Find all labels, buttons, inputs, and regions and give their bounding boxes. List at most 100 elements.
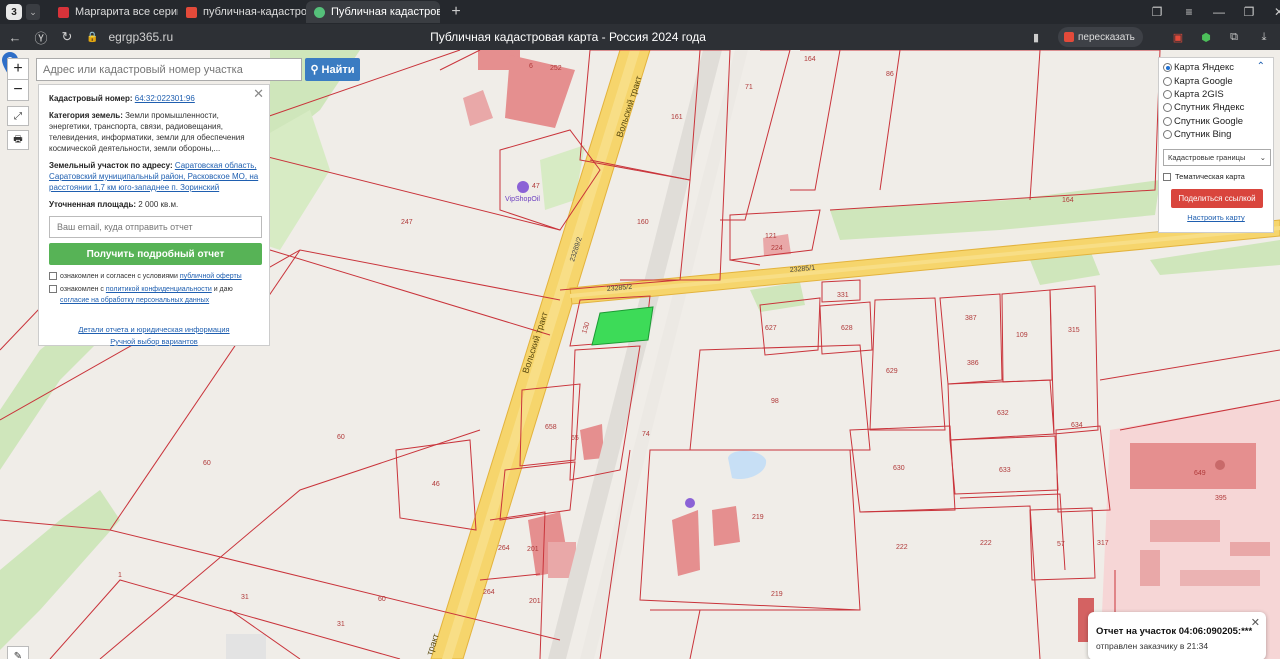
print-icon[interactable]: 🖶 xyxy=(7,130,29,150)
close-icon[interactable]: ✕ xyxy=(1251,616,1260,631)
parcel-label: 634 xyxy=(1071,422,1083,429)
layer-option-yandex-map[interactable]: Карта Яндекс xyxy=(1163,61,1269,74)
layer-label: Спутник Яндекс xyxy=(1174,102,1245,114)
egrp-icon xyxy=(314,6,325,18)
close-window-icon[interactable]: ✕ xyxy=(1264,5,1280,19)
layer-label: Спутник Google xyxy=(1174,115,1244,127)
parcel-label: 395 xyxy=(1215,495,1227,502)
parcel-label: 658 xyxy=(545,424,557,431)
report-details-link[interactable]: Детали отчета и юридическая информация xyxy=(78,325,229,334)
cad-number-link[interactable]: 64:32:022301:96 xyxy=(135,94,195,103)
layer-option-bing-sat[interactable]: Спутник Bing xyxy=(1163,128,1269,141)
tab-margarita[interactable]: Маргарита все серии 202 xyxy=(50,1,178,23)
draw-icon[interactable]: ✎ xyxy=(7,646,29,659)
parcel-label: 60 xyxy=(378,596,386,603)
layer-option-2gis-map[interactable]: Карта 2GIS xyxy=(1163,88,1269,101)
area-value: 2 000 кв.м. xyxy=(138,200,179,209)
parcel-label: 629 xyxy=(886,368,898,375)
layer-label: Спутник Bing xyxy=(1174,129,1232,141)
thematic-map-checkbox[interactable]: Тематическая карта xyxy=(1163,172,1269,181)
maximize-icon[interactable]: ❐ xyxy=(1234,5,1264,19)
offer-agreement-checkbox[interactable]: ознакомлен и согласен с условиями публич… xyxy=(49,271,259,282)
bookmarks-icon[interactable]: ❐ xyxy=(1140,5,1174,19)
agree-text: ознакомлен и согласен с условиями xyxy=(60,273,178,280)
parcel-label: 247 xyxy=(401,219,413,226)
privacy-agreement-checkbox[interactable]: ознакомлен с политикой конфиденциальност… xyxy=(49,284,259,306)
parcel-label: 160 xyxy=(637,219,649,226)
checkbox[interactable] xyxy=(1163,172,1171,181)
yandex-icon xyxy=(186,6,197,18)
tab-yandex-search[interactable]: публичная-кадастровая xyxy=(178,1,306,23)
bookmark-icon[interactable]: ▮ xyxy=(1028,29,1044,45)
boundary-select[interactable]: Кадастровые границы ⌄ xyxy=(1163,149,1271,167)
parcel-label: 317 xyxy=(1097,540,1109,547)
menu-icon[interactable]: ≡ xyxy=(1174,5,1204,19)
manual-selection-link[interactable]: Ручной выбор вариантов xyxy=(110,337,198,346)
parcel-label: 201 xyxy=(527,546,539,553)
parcel-label: 130 xyxy=(581,321,591,334)
offer-link[interactable]: публичной оферты xyxy=(180,273,242,280)
checkbox[interactable] xyxy=(49,272,57,280)
report-toast: ✕ Отчет на участок 04:06:090205:*** отпр… xyxy=(1088,612,1266,659)
tab-title: публичная-кадастровая xyxy=(203,6,306,18)
parcel-label: 252 xyxy=(550,65,562,72)
chevron-up-icon[interactable]: ⌃ xyxy=(1257,61,1265,72)
parcel-label: 74 xyxy=(642,431,650,438)
toast-subtitle: отправлен заказчику в 21:34 xyxy=(1096,641,1209,651)
parcel-label: 60 xyxy=(337,434,345,441)
parcel-label: 161 xyxy=(671,114,683,121)
email-field[interactable]: Ваш email, куда отправить отчет xyxy=(49,216,262,238)
parcel-label: 86 xyxy=(886,71,894,78)
radio-selected[interactable] xyxy=(1163,63,1172,73)
search-button-label: Найти xyxy=(321,63,355,76)
download-icon[interactable]: ⤓ xyxy=(1256,29,1272,45)
close-icon[interactable]: ✕ xyxy=(253,87,264,100)
retell-icon xyxy=(1064,32,1074,42)
parcel-label: 222 xyxy=(896,544,908,551)
parcel-label: 46 xyxy=(432,481,440,488)
layer-option-google-sat[interactable]: Спутник Google xyxy=(1163,115,1269,128)
radio[interactable] xyxy=(1163,103,1172,113)
toast-title: Отчет на участок 04:06:090205:*** xyxy=(1096,626,1253,637)
zoom-in-button[interactable]: + xyxy=(7,58,29,80)
parcel-label: 627 xyxy=(765,325,777,332)
layer-label: Карта Яндекс xyxy=(1174,62,1235,74)
address-search-input[interactable] xyxy=(36,58,302,81)
cad-label: Кадастровый номер: xyxy=(49,94,133,103)
search-button[interactable]: ⚲ Найти xyxy=(305,58,360,81)
consent-link[interactable]: согласие на обработку персональных данны… xyxy=(60,297,209,304)
extension-icon[interactable]: ▣ xyxy=(1170,29,1186,45)
collections-icon[interactable]: ⧉ xyxy=(1226,29,1242,45)
radio[interactable] xyxy=(1163,116,1172,126)
zoom-out-button[interactable]: − xyxy=(7,79,29,101)
get-report-button[interactable]: Получить подробный отчет xyxy=(49,243,262,265)
parcel-label: 164 xyxy=(1062,197,1074,204)
parcel-label: 121 xyxy=(765,233,777,240)
checkbox[interactable] xyxy=(49,285,57,293)
window-controls: ❐ ≡ — ❐ ✕ xyxy=(1140,0,1280,24)
new-tab-icon[interactable]: + xyxy=(446,2,466,22)
share-link-button[interactable]: Поделиться ссылкой xyxy=(1171,189,1263,209)
tab-cadastral-map[interactable]: Публичная кадастровая ✕ xyxy=(306,1,440,23)
configure-map-link[interactable]: Настроить карту xyxy=(1163,213,1269,222)
chevron-down-icon: ⌄ xyxy=(1259,153,1266,163)
parcel-label: 98 xyxy=(771,398,779,405)
radio[interactable] xyxy=(1163,76,1172,86)
parcel-label: 219 xyxy=(752,514,764,521)
cadastral-map[interactable]: 252 6 161 86 164 71 247 160 47 121 224 1… xyxy=(0,50,1280,659)
layer-option-google-map[interactable]: Карта Google xyxy=(1163,74,1269,87)
radio[interactable] xyxy=(1163,89,1172,99)
privacy-link[interactable]: политикой конфиденциальности xyxy=(106,286,212,293)
area-label: Уточненная площадь: xyxy=(49,200,137,209)
tab-list-chevron-icon[interactable]: ⌄ xyxy=(26,4,40,20)
retell-button[interactable]: пересказать xyxy=(1058,27,1143,47)
fullscreen-icon[interactable]: ⤢ xyxy=(7,106,29,126)
shield-icon[interactable]: ⬢ xyxy=(1198,29,1214,45)
minimize-icon[interactable]: — xyxy=(1204,5,1234,19)
parcel-label: 632 xyxy=(997,410,1009,417)
radio[interactable] xyxy=(1163,130,1172,140)
browser-chrome: 3 ⌄ Маргарита все серии 202 публичная-ка… xyxy=(0,0,1280,50)
tab-count-badge[interactable]: 3 xyxy=(6,4,22,20)
parcel-label: 109 xyxy=(1016,332,1028,339)
layer-option-yandex-sat[interactable]: Спутник Яндекс xyxy=(1163,101,1269,114)
